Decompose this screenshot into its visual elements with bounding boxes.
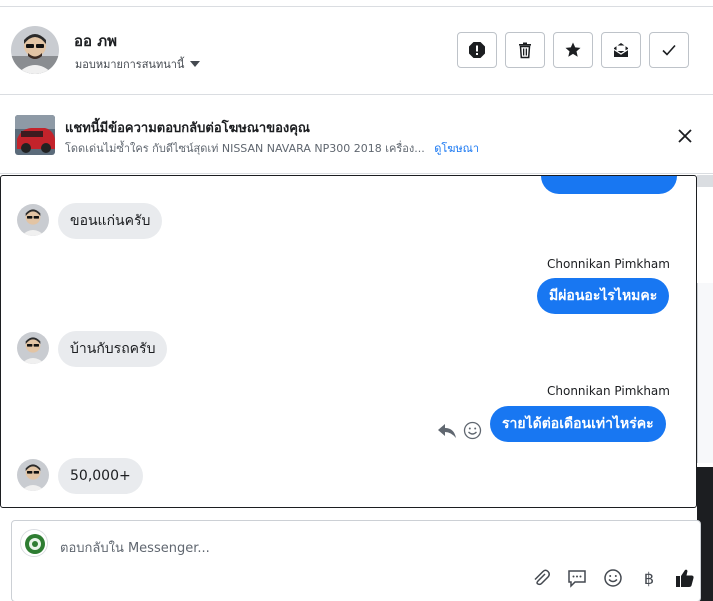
ad-thumbnail[interactable] bbox=[15, 115, 55, 155]
message-composer[interactable]: ตอบกลับใน Messenger... ฿ bbox=[11, 520, 701, 601]
reply-input[interactable]: ตอบกลับใน Messenger... bbox=[60, 537, 210, 558]
saved-replies-button[interactable] bbox=[566, 567, 588, 589]
emoji-icon bbox=[604, 569, 622, 587]
view-ad-link[interactable]: ดูโฆษณา bbox=[434, 142, 479, 155]
payment-button[interactable]: ฿ bbox=[638, 567, 660, 589]
composer-toolbar: ฿ bbox=[530, 567, 696, 589]
close-icon bbox=[678, 129, 692, 143]
mark-spam-button[interactable] bbox=[457, 32, 497, 68]
ad-reply-banner: แชทนี้มีข้อความตอบกลับต่อโฆษณาของคุณ โดด… bbox=[0, 95, 713, 174]
attach-button[interactable] bbox=[530, 567, 552, 589]
ad-banner-title: แชทนี้มีข้อความตอบกลับต่อโฆษณาของคุณ bbox=[65, 121, 310, 136]
contact-avatar-small bbox=[17, 332, 49, 364]
previous-outgoing-bubble bbox=[541, 176, 677, 194]
mark-done-button[interactable] bbox=[649, 32, 689, 68]
ad-banner-description: โดดเด่นไม่ซ้ำใคร กับดีไซน์สุดเท่ NISSAN … bbox=[65, 139, 479, 157]
star-icon bbox=[565, 42, 581, 57]
baht-icon: ฿ bbox=[643, 568, 655, 588]
paperclip-icon bbox=[534, 569, 550, 586]
like-button[interactable] bbox=[674, 567, 696, 589]
message-sender-name: Chonnikan Pimkham bbox=[547, 384, 670, 398]
mark-unread-icon bbox=[613, 43, 629, 57]
contact-avatar-small bbox=[17, 459, 49, 491]
side-panel-card[interactable] bbox=[697, 283, 713, 463]
incoming-message[interactable]: บ้านกับรถครับ bbox=[58, 331, 168, 367]
message-hover-tools bbox=[437, 421, 482, 440]
message-thread[interactable]: ขอนแก่นครับ Chonnikan Pimkham มีผ่อนอะไร… bbox=[0, 175, 697, 508]
thumbs-up-icon bbox=[676, 569, 694, 587]
outgoing-message[interactable]: รายได้ต่อเดือนเท่าไหร่คะ bbox=[490, 406, 666, 442]
conversation-actions bbox=[457, 32, 689, 68]
caret-down-icon bbox=[190, 61, 201, 67]
outgoing-message[interactable]: มีผ่อนอะไรไหมคะ bbox=[537, 278, 670, 314]
side-panel-header bbox=[697, 175, 713, 187]
close-ad-banner-button[interactable] bbox=[672, 123, 698, 149]
checkmark-icon bbox=[662, 44, 676, 56]
star-button[interactable] bbox=[553, 32, 593, 68]
chat-bubble-icon bbox=[568, 570, 586, 588]
assign-conversation-label: มอบหมายการสนทนานี้ bbox=[75, 58, 185, 71]
conversation-header: ออ ภพ มอบหมายการสนทนานี้ bbox=[0, 7, 713, 95]
incoming-message[interactable]: ขอนแก่นครับ bbox=[58, 203, 163, 239]
contact-avatar[interactable] bbox=[11, 26, 59, 74]
assign-conversation-dropdown[interactable]: มอบหมายการสนทนานี้ bbox=[75, 55, 201, 73]
ad-description-text: โดดเด่นไม่ซ้ำใคร กับดีไซน์สุดเท่ NISSAN … bbox=[65, 142, 425, 155]
page-avatar bbox=[20, 529, 48, 557]
react-emoji-icon[interactable] bbox=[463, 421, 482, 440]
message-sender-name: Chonnikan Pimkham bbox=[547, 257, 670, 271]
emoji-button[interactable] bbox=[602, 567, 624, 589]
delete-button[interactable] bbox=[505, 32, 545, 68]
trash-icon bbox=[519, 42, 531, 59]
reply-icon[interactable] bbox=[437, 422, 457, 440]
contact-avatar-small bbox=[17, 204, 49, 236]
contact-name: ออ ภพ bbox=[74, 32, 118, 50]
mark-unread-button[interactable] bbox=[601, 32, 641, 68]
alert-icon bbox=[469, 42, 485, 58]
incoming-message[interactable]: 50,000+ bbox=[58, 458, 143, 494]
